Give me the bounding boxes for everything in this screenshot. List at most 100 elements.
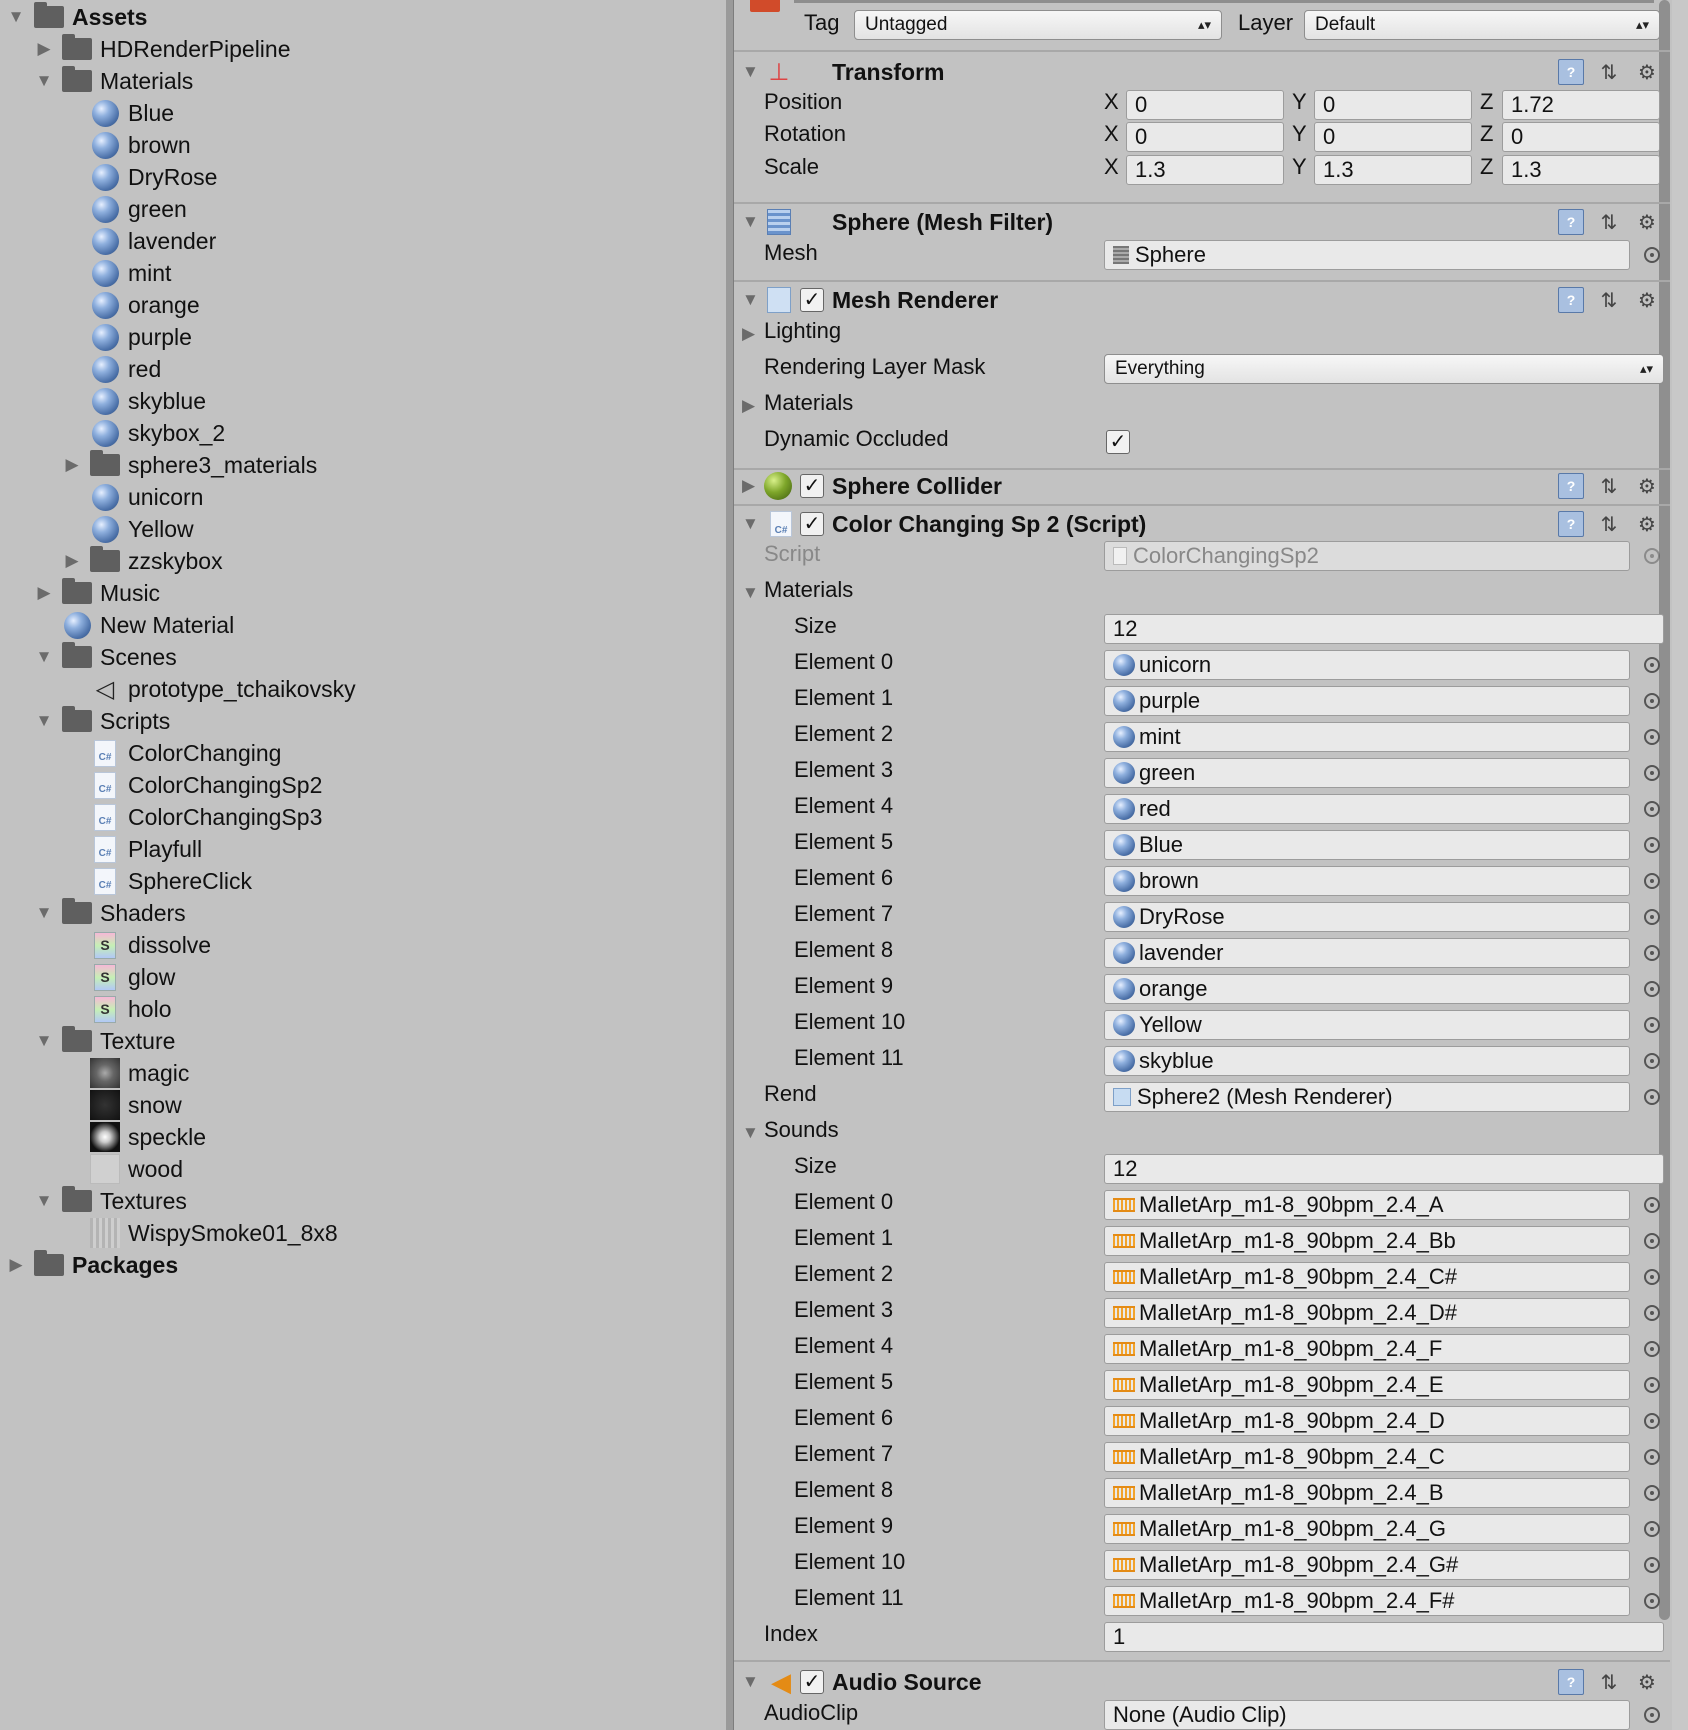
tree-item[interactable]: ▼ Textures [34,1185,187,1217]
index-field[interactable]: 1 [1104,1622,1664,1652]
tree-item[interactable]: Yellow [62,513,194,545]
object-picker-icon[interactable] [1644,1449,1660,1465]
tree-item[interactable]: ▶ HDRenderPipeline [34,33,291,65]
object-picker-icon[interactable] [1644,1053,1660,1069]
dynamic-occluded-checkbox[interactable]: ✓ [1106,430,1130,454]
material-element-field[interactable]: lavender [1104,938,1630,968]
object-picker-icon[interactable] [1644,1485,1660,1501]
object-picker-icon[interactable] [1644,729,1660,745]
tree-item[interactable]: ▼ Scenes [34,641,177,673]
materials-size-field[interactable]: 12 [1104,614,1664,644]
help-book-icon[interactable]: ? [1558,287,1584,313]
tree-item[interactable]: purple [62,321,192,353]
transform-position-z-field[interactable]: 1.72 [1502,90,1660,120]
object-picker-icon[interactable] [1644,837,1660,853]
preset-sliders-icon[interactable]: ⇅ [1596,511,1622,537]
scrollbar-thumb[interactable] [1659,0,1670,1620]
tree-item[interactable]: ▼ Materials [34,65,193,97]
tree-item[interactable]: wood [62,1153,183,1185]
tag-dropdown[interactable]: Untagged ▴▾ [854,10,1222,40]
object-picker-icon[interactable] [1644,765,1660,781]
tree-item[interactable]: brown [62,129,191,161]
transform-rotation-y-field[interactable]: 0 [1314,122,1472,152]
preset-sliders-icon[interactable]: ⇅ [1596,473,1622,499]
foldout-down-icon[interactable]: ▼ [34,1031,54,1051]
gear-icon[interactable]: ⚙ [1634,473,1660,499]
tree-item[interactable]: ▶ Music [34,577,160,609]
foldout-right-icon[interactable]: ▶ [742,396,755,416]
foldout-right-icon[interactable]: ▶ [742,324,755,344]
foldout-right-icon[interactable]: ▶ [34,583,54,603]
foldout-down-icon[interactable]: ▼ [742,583,759,603]
tree-item[interactable]: snow [62,1089,182,1121]
tree-item[interactable]: ▼ Texture [34,1025,175,1057]
tree-item[interactable]: Sdissolve [62,929,211,961]
script-enabled-checkbox[interactable]: ✓ [800,512,824,536]
gear-icon[interactable]: ⚙ [1634,209,1660,235]
tree-item[interactable]: ◁ prototype_tchaikovsky [62,673,356,705]
layer-dropdown[interactable]: Default ▴▾ [1304,10,1660,40]
tree-item[interactable]: C# Playfull [62,833,202,865]
sound-element-field[interactable]: MalletArp_m1-8_90bpm_2.4_D# [1104,1298,1630,1328]
tree-item[interactable]: red [62,353,161,385]
tree-item[interactable]: ▶ sphere3_materials [62,449,317,481]
transform-scale-x-field[interactable]: 1.3 [1126,155,1284,185]
object-picker-icon[interactable] [1644,1305,1660,1321]
material-element-field[interactable]: unicorn [1104,650,1630,680]
material-element-field[interactable]: red [1104,794,1630,824]
transform-header[interactable]: ▼ ⊥ Transform ? ⇅ ⚙ [734,56,1670,88]
sound-element-field[interactable]: MalletArp_m1-8_90bpm_2.4_G [1104,1514,1630,1544]
material-element-field[interactable]: mint [1104,722,1630,752]
audio-clip-field[interactable]: None (Audio Clip) [1104,1700,1630,1730]
tree-item[interactable]: Sholo [62,993,171,1025]
audio-source-header[interactable]: ▼ ◀ ✓ Audio Source ? ⇅ ⚙ [734,1666,1670,1698]
tree-item[interactable]: Sglow [62,961,175,993]
tree-item[interactable]: ▼ Shaders [34,897,186,929]
tree-item[interactable]: C# SphereClick [62,865,252,897]
material-element-field[interactable]: orange [1104,974,1630,1004]
tree-item[interactable]: New Material [34,609,234,641]
transform-scale-y-field[interactable]: 1.3 [1314,155,1472,185]
foldout-down-icon[interactable]: ▼ [742,212,759,232]
object-picker-icon[interactable] [1644,1089,1660,1105]
sound-element-field[interactable]: MalletArp_m1-8_90bpm_2.4_G# [1104,1550,1630,1580]
object-picker-icon[interactable] [1644,1017,1660,1033]
tree-item[interactable]: green [62,193,187,225]
materials-array-foldout[interactable]: Materials [764,577,853,603]
sounds-array-foldout[interactable]: Sounds [764,1117,839,1143]
preset-sliders-icon[interactable]: ⇅ [1596,287,1622,313]
foldout-down-icon[interactable]: ▼ [34,647,54,667]
object-picker-icon[interactable] [1644,1521,1660,1537]
object-picker-icon[interactable] [1644,1377,1660,1393]
tree-item[interactable]: skybox_2 [62,417,225,449]
tree-item[interactable]: skyblue [62,385,206,417]
sound-element-field[interactable]: MalletArp_m1-8_90bpm_2.4_C [1104,1442,1630,1472]
preset-sliders-icon[interactable]: ⇅ [1596,59,1622,85]
tree-item[interactable]: ▶ Packages [6,1249,178,1281]
object-picker-icon[interactable] [1644,1413,1660,1429]
sound-element-field[interactable]: MalletArp_m1-8_90bpm_2.4_D [1104,1406,1630,1436]
tree-item[interactable]: DryRose [62,161,217,193]
tree-item[interactable]: ▶ zzskybox [62,545,223,577]
object-picker-icon[interactable] [1644,1269,1660,1285]
object-picker-icon[interactable] [1644,981,1660,997]
sound-element-field[interactable]: MalletArp_m1-8_90bpm_2.4_C# [1104,1262,1630,1292]
audio-source-enabled-checkbox[interactable]: ✓ [800,1670,824,1694]
preset-sliders-icon[interactable]: ⇅ [1596,209,1622,235]
material-element-field[interactable]: green [1104,758,1630,788]
foldout-right-icon[interactable]: ▶ [742,476,755,496]
gear-icon[interactable]: ⚙ [1634,59,1660,85]
foldout-down-icon[interactable]: ▼ [742,1123,759,1143]
mesh-renderer-enabled-checkbox[interactable]: ✓ [800,288,824,312]
material-element-field[interactable]: skyblue [1104,1046,1630,1076]
tree-item[interactable]: C# ColorChangingSp2 [62,769,322,801]
sounds-size-field[interactable]: 12 [1104,1154,1664,1184]
help-book-icon[interactable]: ? [1558,473,1584,499]
foldout-down-icon[interactable]: ▼ [742,62,759,82]
help-book-icon[interactable]: ? [1558,511,1584,537]
transform-rotation-z-field[interactable]: 0 [1502,122,1660,152]
material-element-field[interactable]: Blue [1104,830,1630,860]
foldout-right-icon[interactable]: ▶ [6,1255,26,1275]
object-picker-icon[interactable] [1644,945,1660,961]
object-picker-icon[interactable] [1644,247,1660,263]
